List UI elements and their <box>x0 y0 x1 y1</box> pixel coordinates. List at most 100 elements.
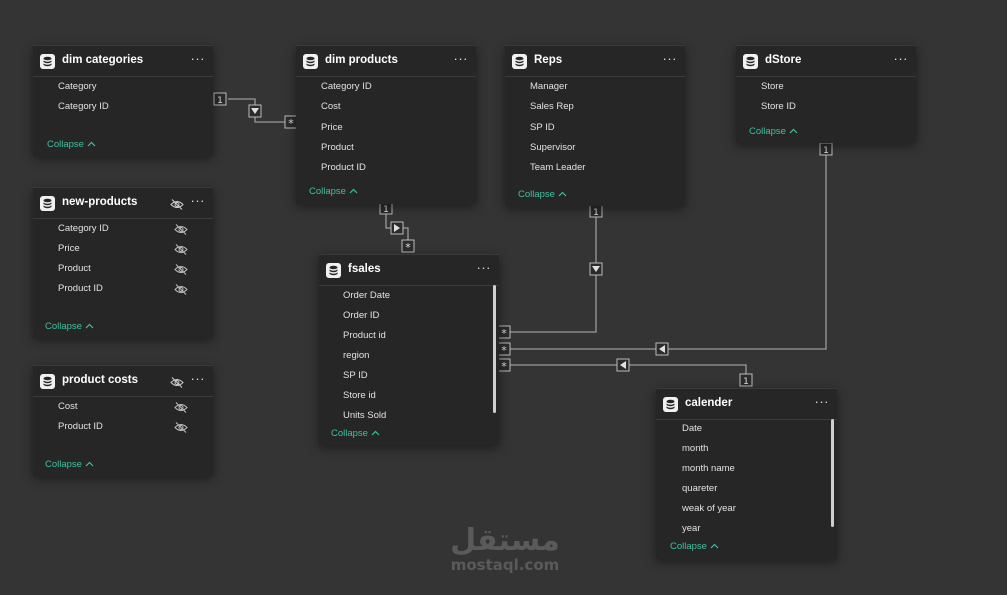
chevron-up-icon <box>85 321 94 332</box>
table-card-header[interactable]: dim categories ··· <box>33 46 213 77</box>
field-row[interactable]: SP ID <box>505 118 685 138</box>
table-card-header[interactable]: dStore ··· <box>736 46 916 77</box>
collapse-button[interactable]: Collapse <box>309 186 358 197</box>
table-card-dstore[interactable]: dStore ··· Store Store ID Collapse <box>736 45 916 143</box>
field-row[interactable]: month <box>656 439 837 459</box>
eye-slash-icon[interactable] <box>174 283 188 303</box>
field-row[interactable]: Supervisor <box>505 138 685 158</box>
table-card-header[interactable]: dim products ··· <box>296 46 476 77</box>
table-card-header[interactable]: product costs ··· <box>33 366 213 397</box>
field-name: Order ID <box>343 310 380 321</box>
field-row[interactable]: Price <box>296 118 476 138</box>
field-row[interactable]: Category ID <box>33 97 213 117</box>
field-row[interactable]: Date <box>656 419 837 439</box>
eye-slash-icon[interactable] <box>174 421 188 441</box>
table-title: dStore <box>765 54 802 66</box>
field-row[interactable]: year <box>656 519 837 539</box>
field-row[interactable]: region <box>319 346 499 366</box>
more-options-icon[interactable]: ··· <box>815 395 830 409</box>
field-row[interactable]: Product id <box>319 326 499 346</box>
field-row[interactable]: Store ID <box>736 97 916 117</box>
chevron-up-icon <box>85 459 94 470</box>
field-row[interactable]: Category ID <box>296 77 476 97</box>
field-name: Product <box>58 263 91 274</box>
field-row[interactable]: Product ID <box>33 417 213 437</box>
table-icon <box>40 196 55 211</box>
field-row[interactable]: Product <box>33 259 213 279</box>
card-one-2: 1 <box>383 205 389 215</box>
field-row[interactable]: quareter <box>656 479 837 499</box>
more-options-icon[interactable]: ··· <box>454 52 469 66</box>
more-options-icon[interactable]: ··· <box>663 52 678 66</box>
table-title: product costs <box>62 374 139 386</box>
card-many-1: * <box>288 117 294 130</box>
field-row[interactable]: Product ID <box>33 279 213 299</box>
field-row[interactable]: Store <box>736 77 916 97</box>
field-row[interactable]: Order Date <box>319 286 499 306</box>
table-card-dim-categories[interactable]: dim categories ··· Category Category ID … <box>33 45 213 156</box>
field-name: Product ID <box>58 283 103 294</box>
more-options-icon[interactable]: ··· <box>191 52 206 66</box>
field-name: Category <box>58 81 97 92</box>
collapse-label: Collapse <box>518 189 555 200</box>
field-row[interactable]: month name <box>656 459 837 479</box>
field-row[interactable]: Store id <box>319 386 499 406</box>
eye-slash-icon[interactable] <box>170 197 184 215</box>
collapse-button[interactable]: Collapse <box>47 139 96 150</box>
collapse-button[interactable]: Collapse <box>45 321 94 332</box>
field-row[interactable]: Units Sold <box>319 406 499 426</box>
table-card-calender[interactable]: calender ··· Date month month name quare… <box>656 388 837 559</box>
card-one-4: 1 <box>823 146 829 156</box>
field-row[interactable]: Team Leader <box>505 158 685 178</box>
model-diagram-canvas: 1 1 1 1 1 * * * * * dim categories ··· C… <box>0 0 1007 595</box>
field-row[interactable]: weak of year <box>656 499 837 519</box>
table-icon <box>303 54 318 69</box>
collapse-label: Collapse <box>45 459 82 470</box>
table-card-product-costs[interactable]: product costs ··· Cost Product ID Collap… <box>33 365 213 476</box>
field-name: Product <box>321 142 354 153</box>
table-card-header[interactable]: Reps ··· <box>505 46 685 77</box>
collapse-button[interactable]: Collapse <box>45 459 94 470</box>
collapse-button[interactable]: Collapse <box>670 541 719 552</box>
chevron-up-icon <box>558 189 567 200</box>
table-card-header[interactable]: calender ··· <box>656 389 837 420</box>
card-one-5: 1 <box>743 377 749 387</box>
table-card-dim-products[interactable]: dim products ··· Category ID Cost Price … <box>296 45 476 204</box>
fields-scrollbar[interactable] <box>493 285 496 413</box>
table-card-header[interactable]: fsales ··· <box>319 255 499 286</box>
more-options-icon[interactable]: ··· <box>191 194 206 208</box>
field-row[interactable]: SP ID <box>319 366 499 386</box>
table-card-fsales[interactable]: fsales ··· Order Date Order ID Product i… <box>319 254 499 445</box>
field-name: Category ID <box>58 101 109 112</box>
table-card-reps[interactable]: Reps ··· Manager Sales Rep SP ID Supervi… <box>505 45 685 206</box>
field-row[interactable]: Order ID <box>319 306 499 326</box>
field-name: Sales Rep <box>530 101 574 112</box>
eye-slash-icon[interactable] <box>170 375 184 393</box>
field-row[interactable]: Product <box>296 138 476 158</box>
table-card-new-products[interactable]: new-products ··· Category ID Price Produ… <box>33 187 213 338</box>
card-many-4: * <box>501 344 507 357</box>
table-title: dim categories <box>62 54 144 66</box>
card-many-5: * <box>501 360 507 373</box>
field-name: Product id <box>343 330 386 341</box>
table-title: dim products <box>325 54 398 66</box>
field-row[interactable]: Cost <box>33 397 213 417</box>
collapse-button[interactable]: Collapse <box>749 126 798 137</box>
field-name: Store ID <box>761 101 796 112</box>
collapse-button[interactable]: Collapse <box>518 189 567 200</box>
field-name: Team Leader <box>530 162 586 173</box>
field-row[interactable]: Manager <box>505 77 685 97</box>
table-card-header[interactable]: new-products ··· <box>33 188 213 219</box>
field-row[interactable]: Sales Rep <box>505 97 685 117</box>
field-row[interactable]: Category <box>33 77 213 97</box>
collapse-button[interactable]: Collapse <box>331 428 380 439</box>
collapse-label: Collapse <box>47 139 84 150</box>
field-row[interactable]: Price <box>33 239 213 259</box>
more-options-icon[interactable]: ··· <box>191 372 206 386</box>
fields-scrollbar[interactable] <box>831 419 834 527</box>
field-row[interactable]: Cost <box>296 97 476 117</box>
more-options-icon[interactable]: ··· <box>894 52 909 66</box>
more-options-icon[interactable]: ··· <box>477 261 492 275</box>
field-row[interactable]: Product ID <box>296 158 476 178</box>
field-row[interactable]: Category ID <box>33 219 213 239</box>
